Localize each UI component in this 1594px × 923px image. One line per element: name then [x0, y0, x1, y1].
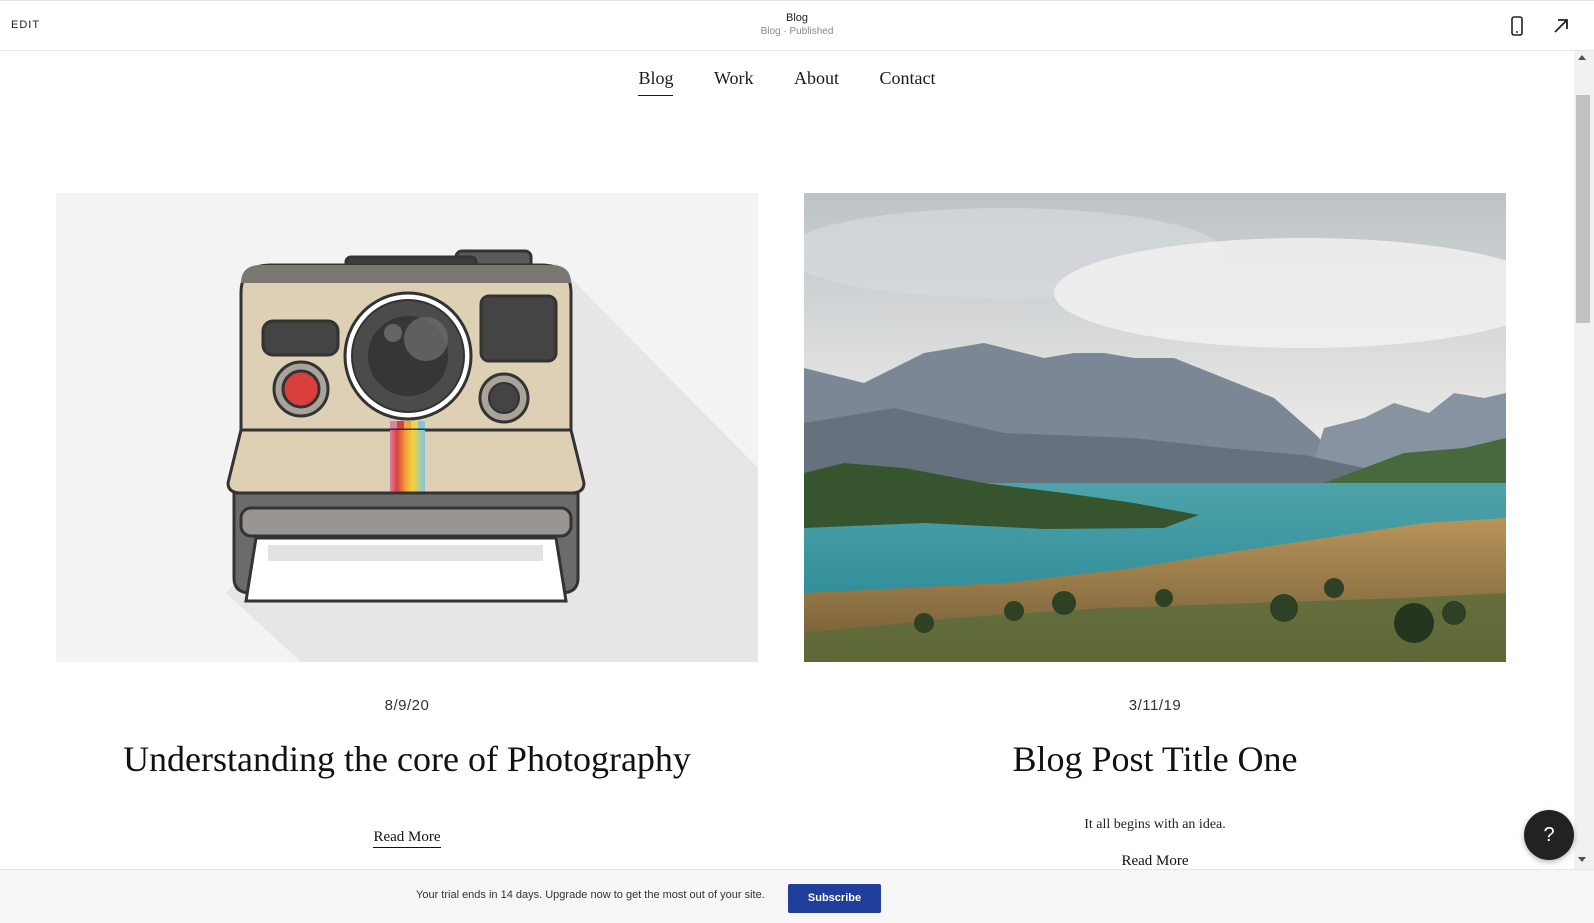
post-date: 8/9/20	[384, 697, 430, 714]
post-image-polaroid-camera[interactable]	[56, 193, 758, 662]
post-title[interactable]: Understanding the core of Photography	[56, 738, 758, 780]
subscribe-button[interactable]: Subscribe	[788, 884, 881, 913]
nav-item-about[interactable]: About	[794, 68, 839, 95]
trial-message: Your trial ends in 14 days. Upgrade now …	[416, 889, 765, 901]
scroll-down-arrow-icon[interactable]	[1578, 857, 1586, 862]
nav-item-work[interactable]: Work	[714, 68, 754, 95]
editor-topbar: EDIT Blog Blog · Published	[0, 0, 1594, 51]
arrow-up-right-icon[interactable]	[1550, 15, 1572, 37]
post-title[interactable]: Blog Post Title One	[804, 738, 1506, 780]
page-status: Blog · Published	[760, 26, 834, 37]
read-more-link[interactable]: Read More	[804, 853, 1506, 869]
page-title: Blog	[785, 12, 809, 24]
post-date: 3/11/19	[1128, 697, 1182, 714]
post-excerpt: It all begins with an idea.	[1084, 817, 1226, 832]
read-more-link[interactable]: Read More	[56, 829, 758, 848]
polaroid-camera-illustration	[226, 249, 758, 662]
nav-item-contact[interactable]: Contact	[880, 68, 936, 95]
page-title-block: Blog Blog · Published	[0, 11, 1594, 39]
scrollbar-thumb[interactable]	[1576, 95, 1590, 323]
post-image-mountain-lake[interactable]	[804, 193, 1506, 662]
scroll-up-arrow-icon[interactable]	[1578, 55, 1586, 60]
mobile-phone-icon[interactable]	[1506, 15, 1528, 37]
trial-banner: Your trial ends in 14 days. Upgrade now …	[0, 869, 1594, 923]
read-more-label[interactable]: Read More	[1121, 853, 1188, 869]
site-navigation: Blog Work About Contact	[0, 68, 1574, 96]
nav-item-blog[interactable]: Blog	[638, 68, 674, 96]
help-button[interactable]: ?	[1524, 810, 1574, 860]
mountain-lake-photo	[804, 193, 1506, 662]
read-more-label[interactable]: Read More	[373, 829, 441, 848]
